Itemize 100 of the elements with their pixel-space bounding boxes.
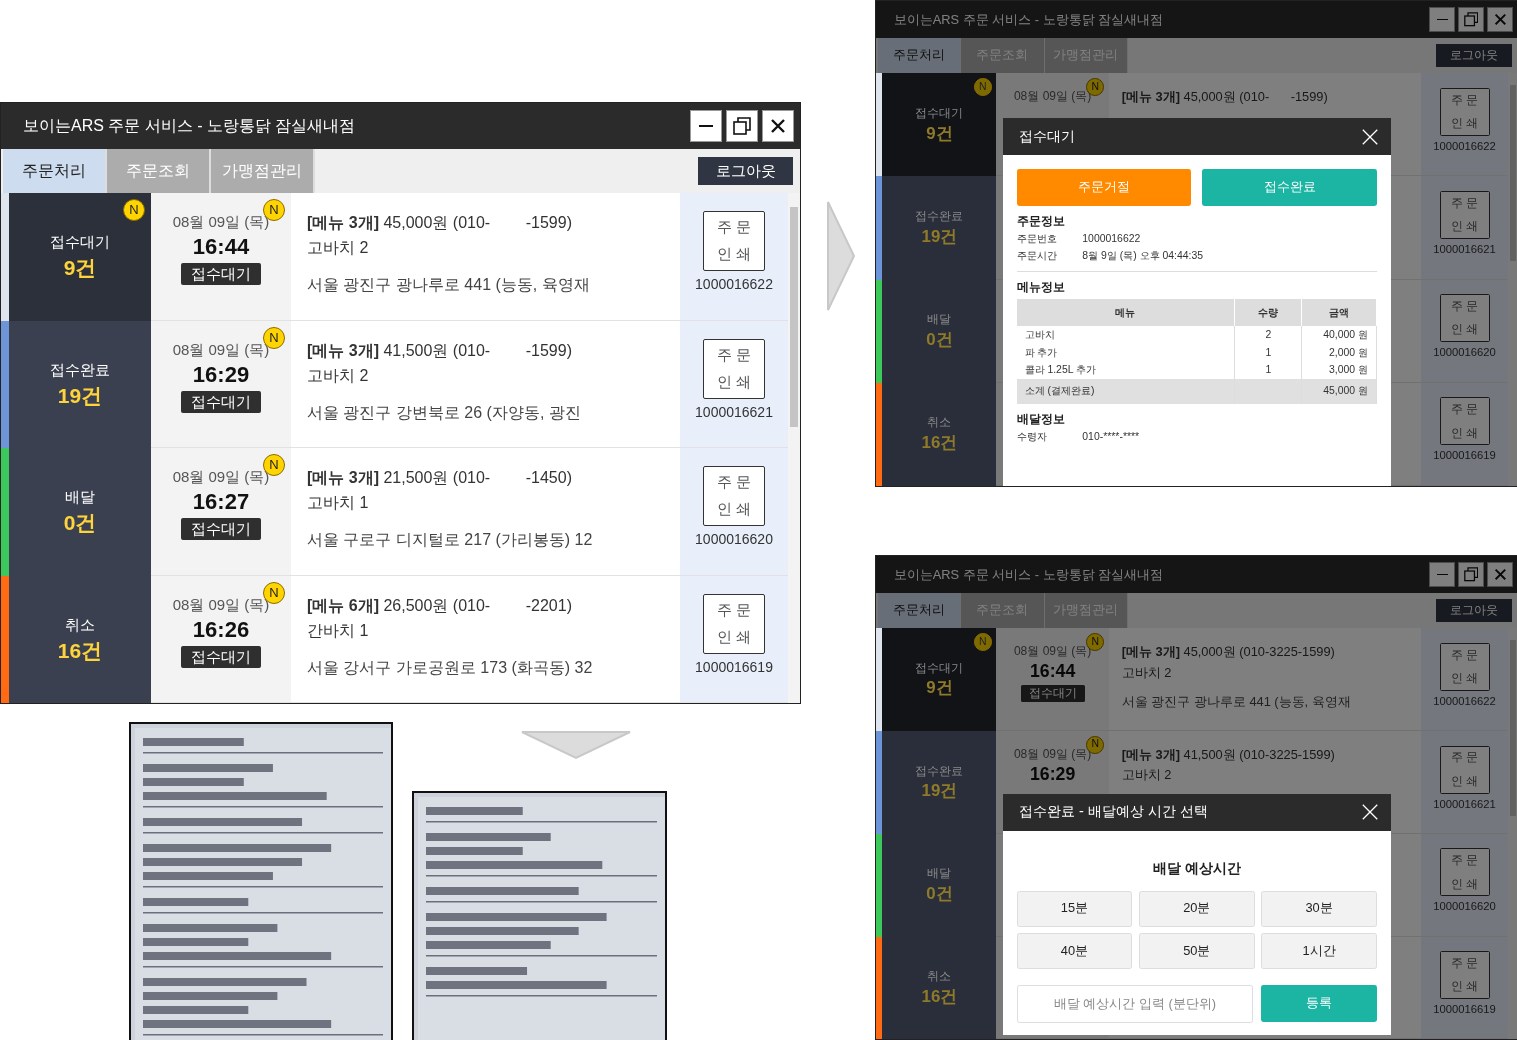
dialog-heading: 배달 예상시간: [1151, 860, 1242, 878]
category-count: 19건: [57, 382, 103, 408]
table-cell: 고바치: [1016, 326, 1235, 345]
category-label: 접수완료: [50, 360, 110, 379]
order-summary: [메뉴 3개] 45,000원 (010-3225-1599): [1121, 644, 1336, 660]
category-label: 접수대기: [915, 105, 964, 121]
status-badge: 접수대기: [1020, 684, 1085, 703]
category-tile[interactable]: 취소 16건: [882, 382, 997, 486]
category-tile[interactable]: 취소 16건: [9, 575, 151, 703]
order-address: 서울 강서구 가로공원로 173 (화곡동) 32: [307, 657, 594, 678]
category-count: 9건: [926, 123, 953, 144]
close-icon: [770, 118, 786, 134]
info-label: 주문시간: [1016, 250, 1058, 263]
restore-button[interactable]: [1458, 561, 1484, 588]
category-tile[interactable]: 접수완료 19건: [882, 176, 997, 280]
order-time: 16:44: [192, 234, 250, 261]
logout-button[interactable]: 로그아웃: [1435, 599, 1512, 622]
category-label: 접수완료: [915, 763, 964, 778]
print-button[interactable]: 주 문 인 쇄: [703, 466, 765, 526]
category-label: 취소: [65, 615, 95, 634]
print-button[interactable]: 주 문 인 쇄: [1439, 190, 1490, 240]
order-address: 서울 구로구 디지털로 217 (가리봉동) 12: [307, 530, 594, 550]
print-button[interactable]: 주 문 인 쇄: [1439, 294, 1490, 343]
scrollbar[interactable]: [1509, 84, 1516, 262]
print-button[interactable]: 주 문 인 쇄: [1439, 397, 1490, 446]
column-header: 수량: [1234, 299, 1302, 327]
info-value: 1000016622: [1082, 233, 1141, 246]
table-cell: 파 추가: [1016, 344, 1235, 362]
print-button[interactable]: 주 문 인 쇄: [1439, 951, 1490, 1000]
right-arrow-icon: [826, 200, 856, 312]
window-title: 보이는ARS 주문 서비스 - 노랑통닭 잠실새내점: [23, 116, 356, 136]
print-button[interactable]: 주 문 인 쇄: [1439, 745, 1490, 794]
time-option-button[interactable]: 20분: [1138, 890, 1255, 927]
time-option-button[interactable]: 30분: [1261, 890, 1378, 927]
close-button[interactable]: [762, 110, 794, 142]
table-cell: 40,000 원: [1301, 326, 1377, 345]
order-number: 1000016621: [1433, 243, 1496, 257]
print-button[interactable]: 주 문 인 쇄: [1439, 848, 1490, 897]
order-time: 16:29: [1030, 763, 1076, 786]
category-label: 배달: [65, 488, 95, 507]
logout-button[interactable]: 로그아웃: [698, 157, 793, 185]
order-time: 16:29: [192, 361, 250, 388]
order-number: 1000016621: [695, 403, 773, 421]
category-tile[interactable]: 배달 0건: [882, 279, 997, 383]
info-value: 010-****-****: [1082, 430, 1140, 444]
dialog-title: 접수완료 - 배달예상 시간 선택: [1018, 803, 1208, 821]
category-label: 취소: [927, 969, 952, 984]
tab[interactable]: 주문처리: [877, 592, 962, 629]
accept-button[interactable]: 접수완료: [1202, 168, 1378, 206]
status-badge: 접수대기: [181, 518, 261, 541]
order-summary: [메뉴 3개] 45,000원 (010- -1599): [307, 213, 573, 233]
category-count: 16건: [921, 986, 958, 1007]
category-tile[interactable]: 배달 0건: [882, 833, 997, 937]
reject-button[interactable]: 주문거절: [1016, 168, 1192, 206]
category-count: 19건: [921, 226, 958, 247]
scrollbar[interactable]: [1509, 639, 1516, 817]
category-tile[interactable]: 배달 0건: [9, 448, 151, 576]
category-tile[interactable]: 접수완료 19건: [9, 320, 151, 448]
down-arrow-icon: [520, 730, 632, 760]
time-option-button[interactable]: 50분: [1138, 933, 1255, 970]
category-tile[interactable]: 취소 16건: [882, 936, 997, 1040]
order-summary: [메뉴 3개] 21,500원 (010- -1450): [307, 468, 573, 488]
time-option-button[interactable]: 1시간: [1261, 933, 1378, 970]
time-option-button[interactable]: 40분: [1016, 933, 1133, 970]
print-button[interactable]: 주 문 인 쇄: [703, 211, 765, 271]
status-badge: 접수대기: [181, 263, 261, 286]
print-button[interactable]: 주 문 인 쇄: [1439, 642, 1490, 691]
order-item: 고바치 1: [307, 493, 370, 513]
table-cell: 소계 (결제완료): [1016, 379, 1235, 404]
time-option-button[interactable]: 15분: [1016, 890, 1133, 927]
category-count: 9건: [63, 255, 97, 281]
order-summary: [메뉴 3개] 41,500원 (010- -1599): [307, 340, 573, 360]
table-cell: 45,000 원: [1301, 379, 1377, 404]
order-item: 고바치 2: [1121, 767, 1173, 783]
tab[interactable]: 주문처리: [877, 37, 962, 74]
restore-button[interactable]: [1458, 6, 1484, 33]
order-summary: [메뉴 6개] 26,500원 (010- -2201): [307, 595, 573, 615]
column-header: 금액: [1301, 299, 1377, 327]
order-number: 1000016619: [695, 658, 773, 676]
order-number: 1000016620: [695, 531, 773, 548]
category-tile[interactable]: N 접수대기 9건: [882, 73, 997, 177]
minutes-input-field[interactable]: 배달 예상시간 입력 (분단위): [1016, 985, 1254, 1023]
category-tile[interactable]: N 접수대기 9건: [9, 193, 151, 321]
category-label: 접수완료: [915, 209, 964, 224]
submit-button[interactable]: 등록: [1261, 985, 1378, 1023]
scrollbar[interactable]: [790, 207, 798, 427]
restore-button[interactable]: [726, 110, 758, 142]
tab[interactable]: 주문처리: [3, 149, 107, 193]
order-number: 1000016622: [1433, 139, 1496, 154]
section-title: 주문정보: [1016, 213, 1066, 229]
print-button[interactable]: 주 문 인 쇄: [1439, 87, 1490, 136]
category-tile[interactable]: 접수완료 19건: [882, 731, 997, 834]
new-badge: N: [1086, 78, 1105, 96]
minimize-button[interactable]: [690, 110, 722, 142]
category-count: 0건: [926, 883, 953, 905]
logout-button[interactable]: 로그아웃: [1435, 44, 1512, 67]
print-button[interactable]: 주 문 인 쇄: [703, 593, 765, 654]
print-button[interactable]: 주 문 인 쇄: [703, 338, 765, 399]
order-number: 1000016622: [695, 276, 773, 293]
category-tile[interactable]: N 접수대기 9건: [882, 628, 997, 732]
